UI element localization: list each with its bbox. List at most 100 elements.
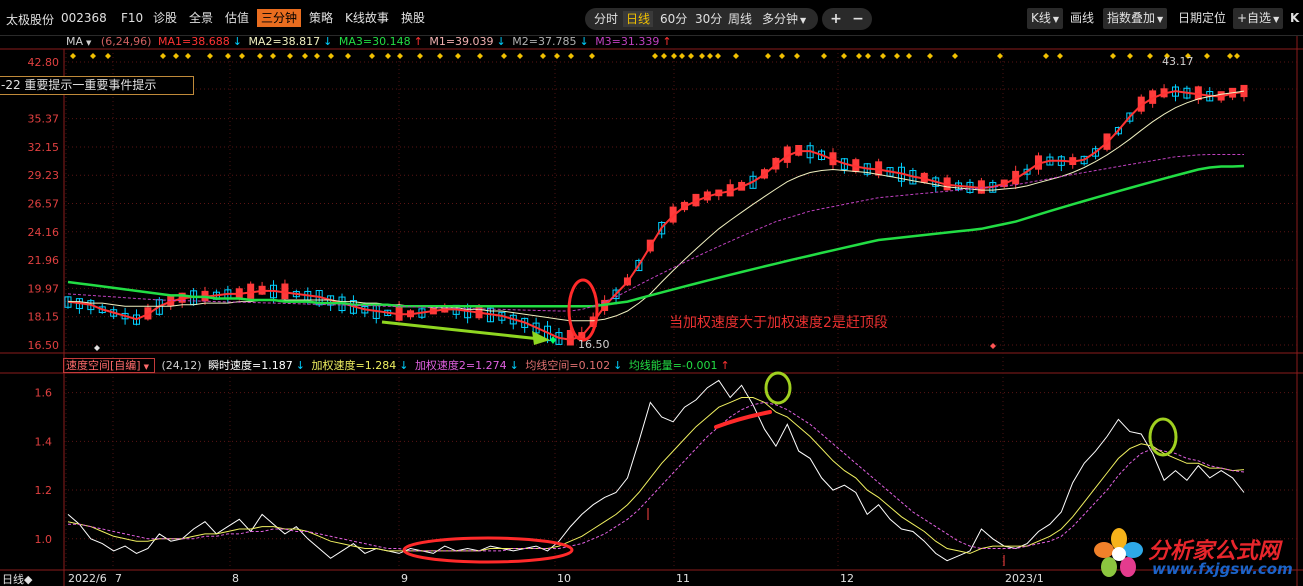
event-marker-icon	[397, 53, 403, 59]
indicator-legend: 速度空间[自编] ▼ (24,12) 瞬时速度=1.187 ↓ 加权速度=1.284…	[63, 357, 733, 373]
event-marker-icon	[568, 53, 574, 59]
watermark-url: www.fxjgsw.com	[1152, 560, 1293, 578]
event-marker-icon	[733, 53, 739, 59]
event-marker-icon	[715, 53, 721, 59]
important-tip[interactable]: -22 重要提示一重要事件提示	[0, 76, 194, 95]
event-marker-icon	[997, 53, 1003, 59]
event-marker-icon	[501, 53, 507, 59]
watermark: 分析家公式网 www.fxjgsw.com	[1092, 527, 1297, 582]
event-marker-icon	[302, 53, 308, 59]
flower-logo-icon	[1094, 528, 1143, 577]
m2-arrow-icon: ↓	[579, 35, 589, 48]
v4-arrow-icon: ↓	[613, 359, 623, 372]
event-marker-icon	[455, 53, 461, 59]
period-indicator[interactable]: 日线◆	[2, 571, 32, 586]
weighted-speed-value: 加权速度=1.284	[311, 359, 397, 372]
indicator-tick-label: 1.4	[35, 435, 53, 448]
event-marker-icon	[707, 53, 713, 59]
m3-value: M3=31.339	[595, 35, 660, 48]
event-point-icon	[990, 343, 996, 349]
event-marker-icon	[70, 53, 76, 59]
event-marker-icon	[257, 53, 263, 59]
event-marker-icon	[841, 53, 847, 59]
ma-energy-value: 均线能量=-0.001	[628, 359, 718, 372]
ma1-value: MA1=38.688	[157, 35, 230, 48]
event-marker-icon	[589, 53, 595, 59]
price-tick-label: 26.57	[28, 198, 60, 211]
month-tick-label: 2022/6	[68, 572, 107, 585]
event-marker-icon	[369, 53, 375, 59]
indicator-tick-label: 1.0	[35, 533, 53, 546]
event-marker-icon	[1227, 53, 1233, 59]
chevron-down-icon: ▼	[86, 39, 92, 47]
month-tick-label: 10	[557, 572, 571, 585]
v3-arrow-icon: ↓	[509, 359, 519, 372]
month-tick-label: 7	[115, 572, 122, 585]
event-marker-icon	[90, 53, 96, 59]
ma1-arrow-icon: ↓	[232, 35, 242, 48]
event-marker-icon	[1110, 53, 1116, 59]
event-marker-icon	[1204, 53, 1210, 59]
low-price-label: 16.50	[578, 338, 610, 351]
price-tick-label: 18.15	[28, 311, 60, 324]
event-marker-icon	[239, 53, 245, 59]
indicator-tick-label: 1.2	[35, 484, 53, 497]
ma3-value: MA3=30.148	[338, 35, 411, 48]
ma2-value: MA2=38.817	[248, 35, 321, 48]
indicator-params: (24,12)	[161, 359, 202, 372]
event-marker-icon	[794, 53, 800, 59]
event-marker-icon	[287, 53, 293, 59]
event-marker-icon	[105, 53, 111, 59]
price-tick-label: 19.97	[28, 282, 60, 295]
weighted-speed-line	[67, 397, 1245, 554]
event-marker-icon	[328, 53, 334, 59]
annotation-text: 当加权速度大于加权速度2是赶顶段	[669, 315, 888, 331]
event-marker-icon	[652, 53, 658, 59]
event-marker-icon	[185, 53, 191, 59]
v5-arrow-icon: ↑	[720, 359, 730, 372]
event-marker-icon	[477, 53, 483, 59]
price-tick-label: 42.80	[28, 56, 60, 69]
high-price-label: 43.17	[1162, 55, 1194, 68]
event-marker-icon	[1057, 53, 1063, 59]
red-ellipse-annotation	[402, 536, 574, 564]
event-marker-icon	[880, 53, 886, 59]
ma2-arrow-icon: ↓	[323, 35, 333, 48]
event-marker-icon	[688, 53, 694, 59]
start-point-icon	[94, 345, 100, 351]
indicator-selector[interactable]: 速度空间[自编] ▼	[63, 358, 155, 373]
m2-value: M2=37.785	[512, 35, 577, 48]
event-marker-icon	[1234, 53, 1240, 59]
event-marker-icon	[699, 53, 705, 59]
event-marker-icon	[207, 53, 213, 59]
chart-canvas[interactable]: 42.8039.0835.3732.1529.2326.5724.1621.96…	[0, 0, 1303, 586]
ma-space-value: 均线空间=0.102	[525, 359, 611, 372]
event-marker-icon	[437, 53, 443, 59]
price-tick-label: 29.23	[28, 169, 60, 182]
event-marker-icon	[417, 53, 423, 59]
month-tick-label: 11	[676, 572, 690, 585]
event-marker-icon	[894, 53, 900, 59]
event-marker-icon	[270, 53, 276, 59]
event-marker-icon	[906, 53, 912, 59]
indicator-tick-label: 1.6	[35, 387, 53, 400]
event-marker-icon	[345, 53, 351, 59]
month-tick-label: 2023/1	[1005, 572, 1044, 585]
chevron-down-icon: ▼	[143, 363, 149, 371]
ma-legend-name[interactable]: MA ▼	[66, 35, 94, 48]
m3-arrow-icon: ↑	[662, 35, 672, 48]
event-marker-icon	[1043, 53, 1049, 59]
event-marker-icon	[540, 53, 546, 59]
price-tick-label: 16.50	[28, 339, 60, 352]
green-circle-peak1	[764, 371, 792, 405]
green-arrow-annotation	[381, 320, 541, 341]
weighted-speed2-value: 加权速度2=1.274	[414, 359, 507, 372]
event-marker-icon	[314, 53, 320, 59]
event-marker-icon	[385, 53, 391, 59]
v1-arrow-icon: ↓	[295, 359, 305, 372]
event-marker-icon	[927, 53, 933, 59]
ma3-arrow-icon: ↑	[413, 35, 423, 48]
price-tick-label: 21.96	[28, 254, 60, 267]
month-tick-label: 8	[232, 572, 239, 585]
event-marker-icon	[1127, 53, 1133, 59]
